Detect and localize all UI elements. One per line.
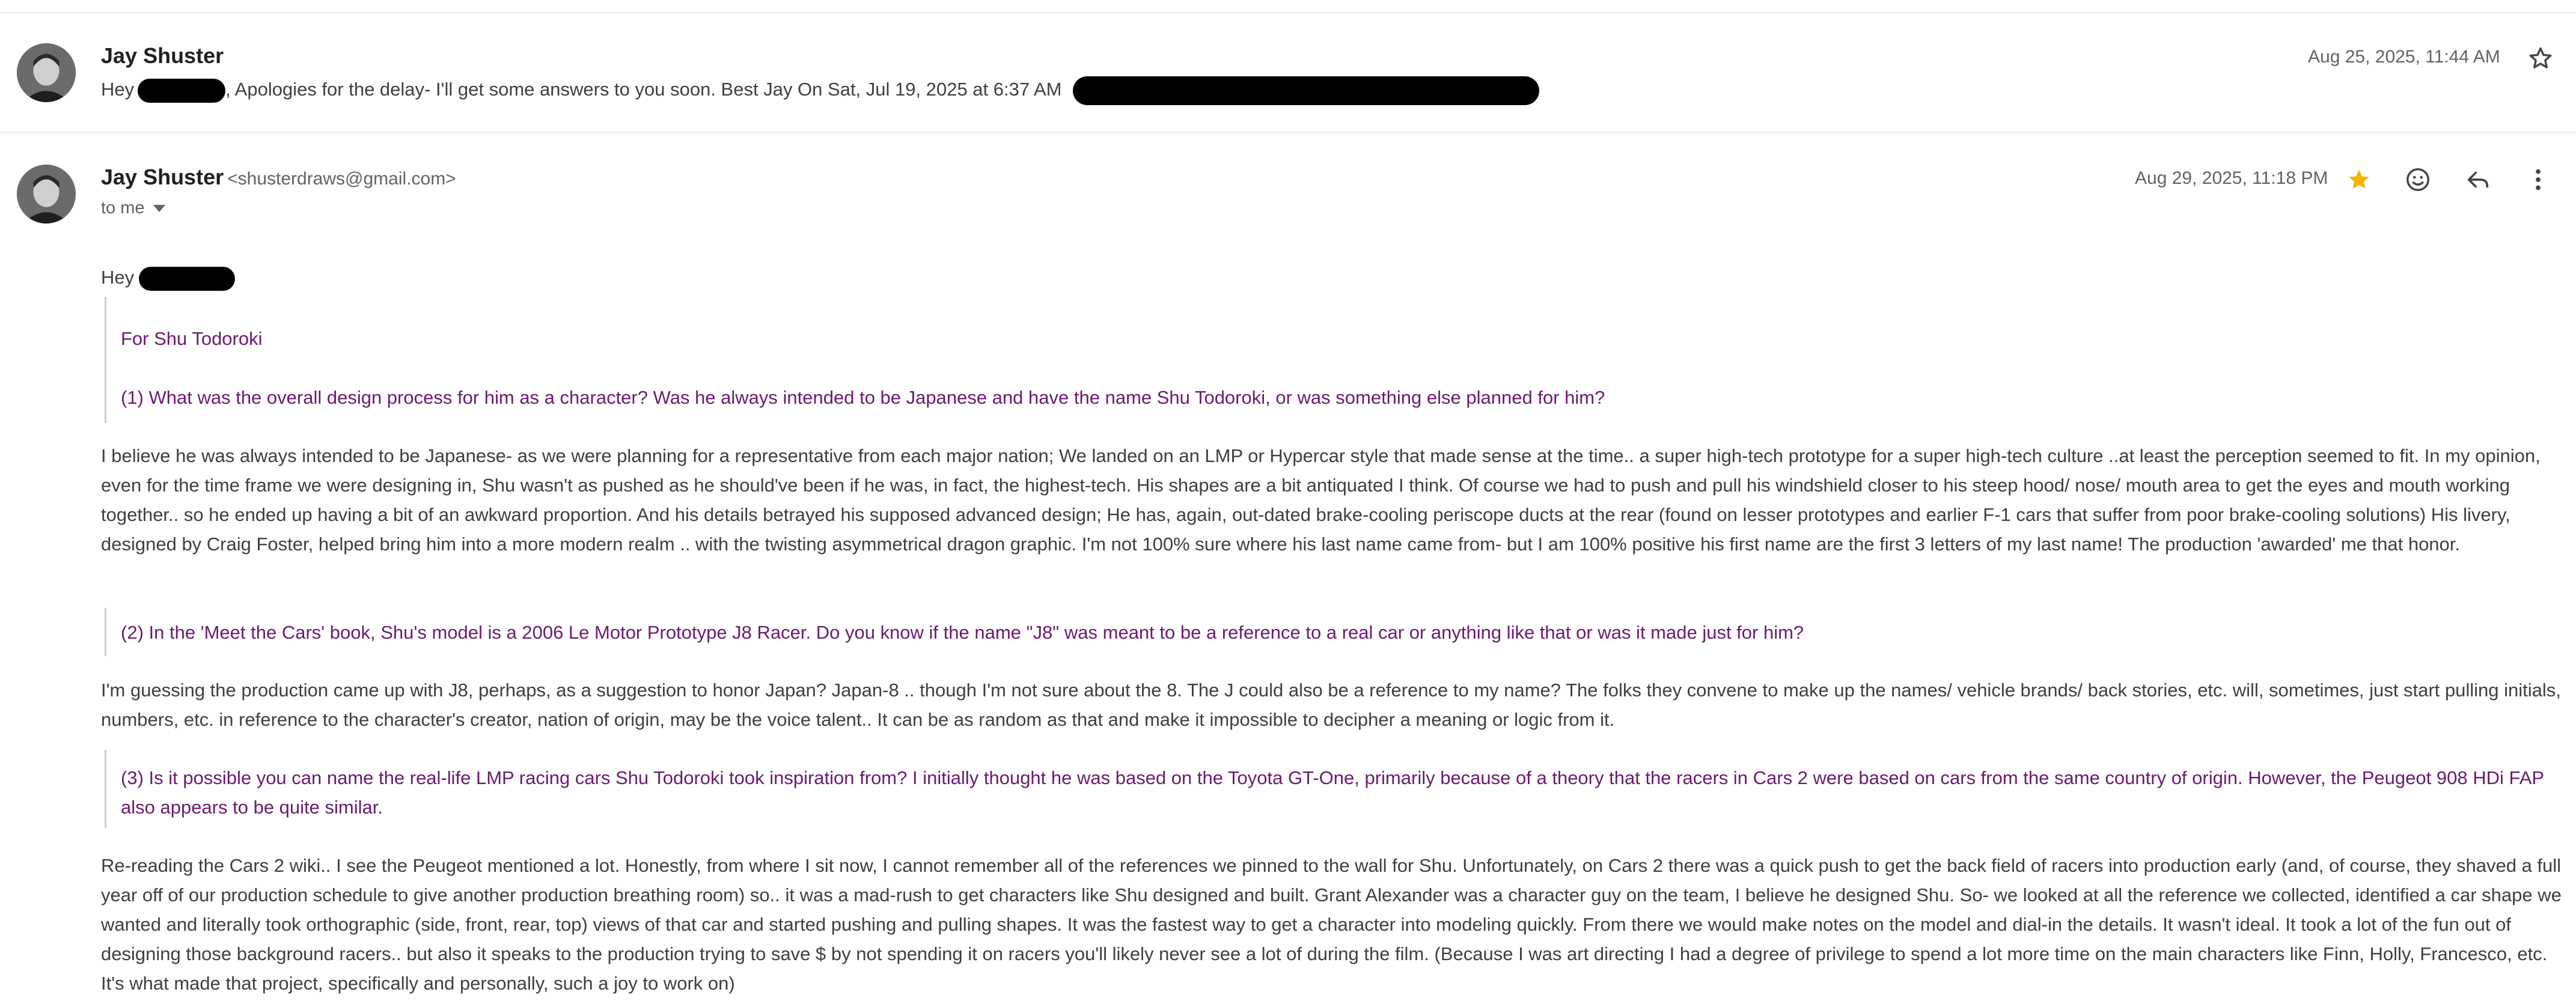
sender-line: Jay Shuster <shusterdraws@gmail.com> <box>101 165 456 190</box>
redaction-name <box>138 79 226 103</box>
answer-2: I'm guessing the production came up with… <box>101 680 2561 730</box>
add-reaction-button[interactable] <box>2399 161 2437 198</box>
question-1: (1) What was the overall design process … <box>121 387 1605 408</box>
snippet-body: , Apologies for the delay- I'll get some… <box>225 79 1062 100</box>
message-snippet[interactable]: Hey , Apologies for the delay- I'll get s… <box>101 76 1540 105</box>
message-divider <box>0 132 2576 133</box>
more-options-button[interactable] <box>2520 161 2557 198</box>
star-outline-icon <box>2529 47 2552 68</box>
sender-avatar[interactable] <box>17 43 76 102</box>
quote-heading: For Shu Todoroki <box>121 328 263 349</box>
quote-border <box>105 608 106 656</box>
message-date: Aug 25, 2025, 11:44 AM <box>2308 47 2500 67</box>
star-filled-icon <box>2349 169 2369 189</box>
more-vert-icon <box>2536 169 2541 190</box>
quote-border <box>105 750 106 828</box>
recipient-details[interactable]: to me <box>101 198 165 218</box>
question-3: (3) Is it possible you can name the real… <box>121 767 2544 818</box>
star-button[interactable] <box>2522 40 2559 77</box>
question-2: (2) In the 'Meet the Cars' book, Shu's m… <box>121 622 1804 643</box>
answer-1: I believe he was always intended to be J… <box>101 445 2541 555</box>
redaction-email <box>1073 76 1540 105</box>
avatar-photo <box>17 165 76 224</box>
star-button[interactable] <box>2340 161 2378 198</box>
greeting-text: Hey <box>101 267 135 288</box>
snippet-greeting: Hey <box>101 79 135 100</box>
sender-avatar[interactable] <box>17 165 76 224</box>
emoji-icon <box>2407 168 2429 191</box>
greeting: Hey <box>101 267 236 291</box>
message-date: Aug 29, 2025, 11:18 PM <box>2135 168 2328 188</box>
redaction-name <box>139 267 236 291</box>
reply-button[interactable] <box>2459 161 2497 198</box>
top-border <box>0 12 2576 13</box>
answer-3: Re-reading the Cars 2 wiki.. I see the P… <box>101 855 2562 994</box>
quote-border <box>105 297 106 423</box>
sender-email[interactable]: <shusterdraws@gmail.com> <box>227 169 456 189</box>
chevron-down-icon[interactable] <box>153 205 165 213</box>
sender-name[interactable]: Jay Shuster <box>101 43 224 68</box>
sender-name[interactable]: Jay Shuster <box>101 165 224 189</box>
reply-icon <box>2467 171 2489 188</box>
recipient-label: to me <box>101 198 145 218</box>
avatar-photo <box>17 43 76 102</box>
